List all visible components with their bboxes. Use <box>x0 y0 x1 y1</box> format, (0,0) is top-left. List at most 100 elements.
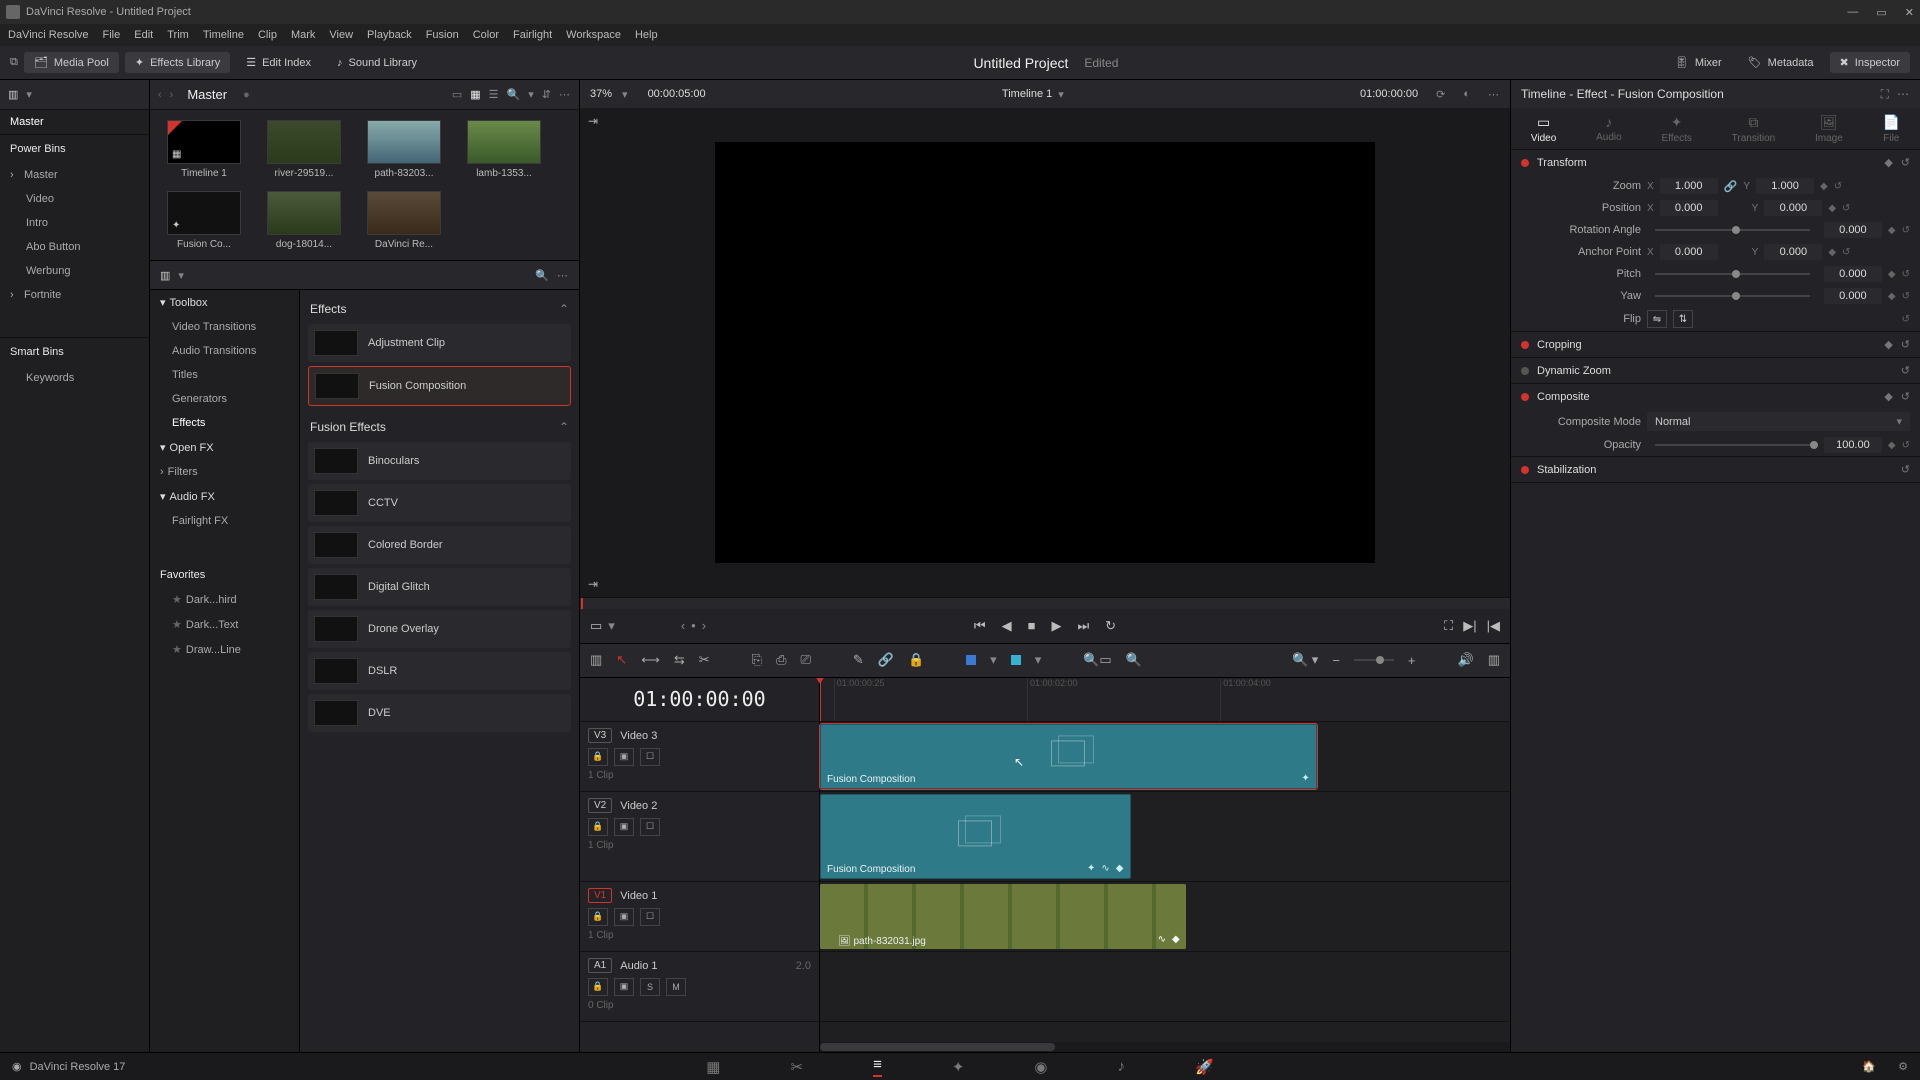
inspector-tab-audio[interactable]: ♪Audio <box>1596 114 1622 143</box>
clip-kf-icon[interactable]: ◆ <box>1116 863 1124 874</box>
keyframe-icon[interactable]: ◆ <box>1820 181 1828 192</box>
auto-select-icon[interactable]: ▣ <box>614 908 634 926</box>
ripple-tool[interactable]: ⇆ <box>674 652 685 668</box>
trim-tool[interactable]: ⟷ <box>641 652 660 668</box>
search-icon[interactable]: 🔍 <box>535 269 549 282</box>
view-grid-icon[interactable]: ▦ <box>470 88 480 101</box>
pool-item-path[interactable]: path-83203... <box>360 120 448 179</box>
menu-playback[interactable]: Playback <box>367 29 412 41</box>
bin-abo[interactable]: Abo Button <box>0 235 149 259</box>
transform-header[interactable]: Transform◆↺ <box>1511 150 1920 175</box>
fx-cat-fairlightfx[interactable]: Fairlight FX <box>150 509 299 533</box>
search-tool[interactable]: 🔍▭ <box>1083 652 1111 668</box>
fx-fav-3[interactable]: ★Draw...Line <box>150 637 299 662</box>
disable-icon[interactable]: ☐ <box>640 748 660 766</box>
flip-h-button[interactable]: ⇋ <box>1647 310 1667 328</box>
composite-header[interactable]: Composite◆↺ <box>1511 384 1920 409</box>
fx-cat-audiofx[interactable]: ▾Audio FX <box>150 484 299 509</box>
track-lane-v3[interactable]: Fusion Composition ✦ ↖ <box>820 722 1510 792</box>
marker-dropdown-icon[interactable]: ▾ <box>1035 652 1042 668</box>
filter-icon[interactable]: ⇵ <box>542 88 551 101</box>
fx-cat-titles[interactable]: Titles <box>150 363 299 387</box>
fx-cat-openfx[interactable]: ▾Open FX <box>150 435 299 460</box>
maximize-icon[interactable]: ▭ <box>1876 6 1886 19</box>
page-edit[interactable]: ≡ <box>873 1056 882 1077</box>
timeline-body[interactable]: 01:00:00:25 01:00:02:00 01:00:04:00 Fusi… <box>820 678 1510 1052</box>
reset-icon[interactable]: ↺ <box>1901 390 1910 403</box>
bin-video[interactable]: Video <box>0 187 149 211</box>
pool-item-river[interactable]: river-29519... <box>260 120 348 179</box>
reset-icon[interactable]: ↺ <box>1902 314 1910 325</box>
lock-icon[interactable]: 🔒 <box>588 978 608 996</box>
reset-icon[interactable]: ↺ <box>1902 225 1910 236</box>
disable-icon[interactable]: ☐ <box>640 908 660 926</box>
zoom-dropdown[interactable]: 🔍 ▾ <box>1292 652 1318 668</box>
bin-dropdown-icon[interactable]: ▾ <box>26 88 32 101</box>
metadata-toggle[interactable]: 🏷 Metadata <box>1738 52 1824 73</box>
flag-blue[interactable] <box>966 655 976 665</box>
marker-cyan[interactable] <box>1011 655 1021 665</box>
fx-item-dve[interactable]: DVE <box>308 694 571 732</box>
next-marker-icon[interactable]: › <box>702 618 706 633</box>
insert-tool[interactable]: ⎘ <box>752 652 762 668</box>
mute-button[interactable]: M <box>666 978 686 996</box>
link-icon[interactable]: 🔗 <box>1724 180 1738 193</box>
flip-v-button[interactable]: ⇅ <box>1673 310 1693 328</box>
find-tool[interactable]: 🔍 <box>1126 652 1142 668</box>
zoom-slider[interactable] <box>1354 659 1394 661</box>
clip-fusion-v2[interactable]: Fusion Composition ✦∿◆ <box>820 794 1131 879</box>
auto-select-icon[interactable]: ▣ <box>614 818 634 836</box>
keyframe-icon[interactable]: ◆ <box>1888 269 1896 280</box>
disable-icon[interactable]: ☐ <box>640 818 660 836</box>
track-lane-v2[interactable]: Fusion Composition ✦∿◆ <box>820 792 1510 882</box>
timeline-name[interactable]: Timeline 1 <box>1002 88 1052 100</box>
page-fairlight[interactable]: ♪ <box>1118 1058 1126 1075</box>
view-strip-icon[interactable]: ▭ <box>452 88 462 101</box>
reset-icon[interactable]: ↺ <box>1902 269 1910 280</box>
menu-trim[interactable]: Trim <box>167 29 189 41</box>
composite-mode-select[interactable]: Normal▾ <box>1647 412 1910 431</box>
media-pool-toggle[interactable]: 🗂 Media Pool <box>24 52 119 73</box>
bin-keywords[interactable]: Keywords <box>0 366 149 390</box>
fx-item-dslr[interactable]: DSLR <box>308 652 571 690</box>
pitch-slider[interactable] <box>1655 273 1810 275</box>
fx-fav-2[interactable]: ★Dark...Text <box>150 612 299 637</box>
opacity-input[interactable]: 100.00 <box>1824 437 1882 453</box>
fx-cat-video-trans[interactable]: Video Transitions <box>150 315 299 339</box>
yaw-slider[interactable] <box>1655 295 1810 297</box>
scrollbar-thumb[interactable] <box>820 1043 1055 1051</box>
bin-power-master[interactable]: ›Master <box>0 163 149 187</box>
fx-cat-generators[interactable]: Generators <box>150 387 299 411</box>
pool-item-fusion[interactable]: ✦Fusion Co... <box>160 191 248 250</box>
bypass-icon[interactable]: ◐ <box>1463 88 1470 100</box>
cropping-header[interactable]: Cropping◆↺ <box>1511 332 1920 357</box>
close-icon[interactable]: ✕ <box>1905 6 1914 19</box>
timeline-dropdown-icon[interactable]: ▾ <box>1058 88 1064 101</box>
lock-icon[interactable]: 🔒 <box>588 908 608 926</box>
track-tag[interactable]: A1 <box>588 958 612 973</box>
track-lane-v1[interactable]: 🖼 path-832031.jpg ∿◆ <box>820 882 1510 952</box>
clip-fusion-v3[interactable]: Fusion Composition ✦ ↖ <box>820 724 1317 789</box>
fx-item-adjustment[interactable]: Adjustment Clip <box>308 324 571 362</box>
reset-icon[interactable]: ↺ <box>1901 364 1910 377</box>
reset-icon[interactable]: ↺ <box>1901 463 1910 476</box>
razor-tool[interactable]: ✂ <box>699 652 710 668</box>
anchor-y-input[interactable]: 0.000 <box>1764 244 1822 260</box>
match-frame-icon[interactable]: ⇥ <box>588 114 598 128</box>
layout-icon[interactable]: ⧉ <box>10 56 18 69</box>
clip-curve-icon[interactable]: ∿ <box>1101 863 1109 874</box>
arrow-tool[interactable]: ↖ <box>616 652 627 668</box>
keyframe-icon[interactable]: ◆ <box>1828 203 1836 214</box>
menu-edit[interactable]: Edit <box>134 29 153 41</box>
viewer-scrubber[interactable] <box>580 597 1510 609</box>
menu-file[interactable]: File <box>103 29 121 41</box>
dynzoom-header[interactable]: Dynamic Zoom↺ <box>1511 358 1920 383</box>
timeline-ruler[interactable]: 01:00:00:25 01:00:02:00 01:00:04:00 <box>820 678 1510 722</box>
home-icon[interactable]: 🏠 <box>1862 1060 1876 1073</box>
timeline-scrollbar[interactable] <box>820 1042 1510 1052</box>
zoom-x-input[interactable]: 1.000 <box>1660 178 1718 194</box>
reset-icon[interactable]: ↺ <box>1842 247 1850 258</box>
fullscreen-icon[interactable]: ⛶ <box>1444 618 1453 634</box>
enable-dot[interactable] <box>1521 393 1529 401</box>
fx-cat-effects[interactable]: Effects <box>150 411 299 435</box>
